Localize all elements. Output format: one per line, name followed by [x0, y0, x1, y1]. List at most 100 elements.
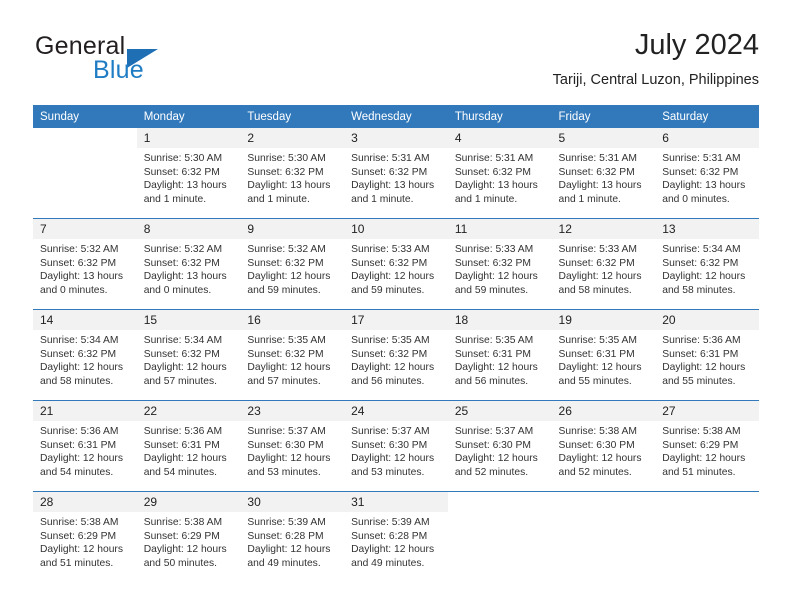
calendar-day-cell[interactable]: 1 Sunrise: 5:30 AM Sunset: 6:32 PM Daylight…	[136, 128, 241, 219]
daylight-text-line2: and 58 minutes.	[40, 375, 114, 387]
day-number: 25	[447, 401, 552, 421]
sunset-text: Sunset: 6:32 PM	[143, 348, 220, 360]
day-number: 20	[655, 310, 759, 330]
daylight-text-line1: Daylight: 12 hours	[454, 362, 538, 374]
calendar-day-cell[interactable]: 5 Sunrise: 5:31 AM Sunset: 6:32 PM Daylight…	[551, 128, 656, 219]
day-sun-info: Sunrise: 5:38 AM Sunset: 6:30 PM Daylight:…	[552, 421, 656, 479]
sunset-text: Sunset: 6:31 PM	[40, 439, 117, 451]
day-cell-inner: 21 Sunrise: 5:36 AM Sunset: 6:31 PM Dayligh…	[33, 401, 137, 491]
calendar-day-cell[interactable]: 2 Sunrise: 5:30 AM Sunset: 6:32 PM Daylight…	[240, 128, 345, 219]
daylight-text-line1: Daylight: 13 hours	[351, 180, 435, 192]
daylight-text-line2: and 57 minutes.	[247, 375, 321, 387]
day-number: 1	[136, 128, 241, 148]
daylight-text-line1: Daylight: 12 hours	[558, 362, 642, 374]
calendar-day-cell[interactable]: 19 Sunrise: 5:35 AM Sunset: 6:31 PM Dayligh…	[551, 310, 656, 401]
calendar-empty-cell	[655, 492, 759, 583]
daylight-text-line2: and 1 minute.	[351, 193, 414, 205]
day-sun-info: Sunrise: 5:37 AM Sunset: 6:30 PM Daylight:…	[448, 421, 552, 479]
day-cell-inner: 8 Sunrise: 5:32 AM Sunset: 6:32 PM Daylight…	[136, 219, 241, 309]
daylight-text-line2: and 58 minutes.	[558, 284, 632, 296]
day-sun-info: Sunrise: 5:37 AM Sunset: 6:30 PM Daylight:…	[344, 421, 448, 479]
daylight-text-line1: Daylight: 12 hours	[454, 453, 538, 465]
daylight-text-line2: and 52 minutes.	[558, 466, 632, 478]
day-sun-info: Sunrise: 5:36 AM Sunset: 6:31 PM Daylight:…	[137, 421, 241, 479]
calendar-week-row: 21 Sunrise: 5:36 AM Sunset: 6:31 PM Dayligh…	[33, 400, 759, 492]
day-number: 30	[240, 492, 345, 512]
sunrise-text: Sunrise: 5:39 AM	[247, 517, 326, 528]
daylight-text-line2: and 51 minutes.	[662, 466, 736, 478]
calendar-day-cell[interactable]: 21 Sunrise: 5:36 AM Sunset: 6:31 PM Dayligh…	[33, 401, 137, 492]
day-number: 4	[447, 128, 552, 148]
calendar-day-cell[interactable]: 24 Sunrise: 5:37 AM Sunset: 6:30 PM Dayligh…	[344, 401, 448, 492]
daylight-text-line2: and 56 minutes.	[351, 375, 425, 387]
sunrise-text: Sunrise: 5:34 AM	[662, 244, 741, 255]
day-number: 12	[551, 219, 656, 239]
calendar-day-cell[interactable]: 27 Sunrise: 5:38 AM Sunset: 6:29 PM Dayligh…	[655, 401, 759, 492]
calendar-day-cell[interactable]: 10 Sunrise: 5:33 AM Sunset: 6:32 PM Dayligh…	[344, 219, 448, 310]
calendar-day-cell[interactable]: 23 Sunrise: 5:37 AM Sunset: 6:30 PM Dayligh…	[240, 401, 345, 492]
calendar-day-cell[interactable]: 12 Sunrise: 5:33 AM Sunset: 6:32 PM Dayligh…	[551, 219, 656, 310]
daylight-text-line1: Daylight: 12 hours	[662, 271, 746, 283]
calendar-day-cell[interactable]: 28 Sunrise: 5:38 AM Sunset: 6:29 PM Dayligh…	[33, 492, 137, 583]
sunset-text: Sunset: 6:31 PM	[143, 439, 220, 451]
calendar-week-row: 7 Sunrise: 5:32 AM Sunset: 6:32 PM Daylight…	[33, 218, 759, 310]
sunset-text: Sunset: 6:28 PM	[247, 530, 324, 542]
calendar-day-cell[interactable]: 11 Sunrise: 5:33 AM Sunset: 6:32 PM Dayligh…	[447, 219, 552, 310]
calendar-day-cell[interactable]: 9 Sunrise: 5:32 AM Sunset: 6:32 PM Daylight…	[240, 219, 345, 310]
daylight-text-line1: Daylight: 12 hours	[662, 362, 746, 374]
calendar-day-cell[interactable]: 30 Sunrise: 5:39 AM Sunset: 6:28 PM Dayligh…	[240, 492, 345, 583]
sunrise-text: Sunrise: 5:34 AM	[143, 335, 223, 346]
sunrise-text: Sunrise: 5:35 AM	[558, 335, 637, 346]
day-sun-info: Sunrise: 5:35 AM Sunset: 6:32 PM Daylight:…	[344, 330, 448, 388]
daylight-text-line1: Daylight: 12 hours	[558, 271, 642, 283]
sunrise-text: Sunrise: 5:32 AM	[247, 244, 326, 255]
day-cell-inner	[448, 492, 552, 582]
calendar-day-cell[interactable]: 31 Sunrise: 5:39 AM Sunset: 6:28 PM Dayligh…	[344, 492, 448, 583]
daylight-text-line1: Daylight: 12 hours	[351, 362, 435, 374]
day-sun-info: Sunrise: 5:30 AM Sunset: 6:32 PM Daylight:…	[137, 148, 241, 206]
day-cell-inner: 20 Sunrise: 5:36 AM Sunset: 6:31 PM Dayligh…	[655, 310, 759, 400]
sunset-text: Sunset: 6:32 PM	[351, 257, 428, 269]
calendar-day-cell[interactable]: 6 Sunrise: 5:31 AM Sunset: 6:32 PM Daylight…	[655, 128, 759, 219]
calendar-day-cell[interactable]: 8 Sunrise: 5:32 AM Sunset: 6:32 PM Daylight…	[136, 219, 241, 310]
daylight-text-line1: Daylight: 13 hours	[40, 271, 123, 283]
calendar-day-cell[interactable]: 20 Sunrise: 5:36 AM Sunset: 6:31 PM Dayligh…	[655, 310, 759, 401]
sunrise-text: Sunrise: 5:36 AM	[662, 335, 741, 346]
day-sun-info: Sunrise: 5:34 AM Sunset: 6:32 PM Daylight:…	[137, 330, 241, 388]
calendar-day-cell[interactable]: 22 Sunrise: 5:36 AM Sunset: 6:31 PM Dayligh…	[136, 401, 241, 492]
calendar-day-cell[interactable]: 7 Sunrise: 5:32 AM Sunset: 6:32 PM Daylight…	[33, 219, 137, 310]
generalblue-logo[interactable]: General Blue	[33, 32, 263, 94]
sunset-text: Sunset: 6:30 PM	[454, 439, 531, 451]
calendar-day-cell[interactable]: 16 Sunrise: 5:35 AM Sunset: 6:32 PM Dayligh…	[240, 310, 345, 401]
calendar-day-cell[interactable]: 13 Sunrise: 5:34 AM Sunset: 6:32 PM Dayligh…	[655, 219, 759, 310]
calendar-day-cell[interactable]: 4 Sunrise: 5:31 AM Sunset: 6:32 PM Daylight…	[447, 128, 552, 219]
sunrise-text: Sunrise: 5:30 AM	[143, 153, 223, 164]
daylight-text-line1: Daylight: 12 hours	[143, 453, 227, 465]
calendar-empty-cell	[33, 128, 137, 219]
calendar-day-cell[interactable]: 29 Sunrise: 5:38 AM Sunset: 6:29 PM Dayligh…	[136, 492, 241, 583]
day-cell-inner: 6 Sunrise: 5:31 AM Sunset: 6:32 PM Daylight…	[655, 128, 759, 218]
day-sun-info: Sunrise: 5:31 AM Sunset: 6:32 PM Daylight:…	[448, 148, 552, 206]
calendar-day-cell[interactable]: 14 Sunrise: 5:34 AM Sunset: 6:32 PM Dayligh…	[33, 310, 137, 401]
sunset-text: Sunset: 6:32 PM	[558, 166, 635, 178]
day-sun-info: Sunrise: 5:32 AM Sunset: 6:32 PM Daylight:…	[240, 239, 344, 297]
calendar-day-cell[interactable]: 3 Sunrise: 5:31 AM Sunset: 6:32 PM Daylight…	[344, 128, 448, 219]
calendar-empty-cell	[552, 492, 656, 583]
sunset-text: Sunset: 6:30 PM	[247, 439, 324, 451]
sunset-text: Sunset: 6:30 PM	[558, 439, 635, 451]
daylight-text-line1: Daylight: 12 hours	[662, 453, 746, 465]
daylight-text-line2: and 55 minutes.	[558, 375, 632, 387]
daylight-text-line2: and 53 minutes.	[247, 466, 321, 478]
day-cell-inner: 5 Sunrise: 5:31 AM Sunset: 6:32 PM Daylight…	[551, 128, 656, 218]
calendar-day-cell[interactable]: 17 Sunrise: 5:35 AM Sunset: 6:32 PM Dayligh…	[344, 310, 448, 401]
day-number: 10	[344, 219, 448, 239]
calendar-day-cell[interactable]: 25 Sunrise: 5:37 AM Sunset: 6:30 PM Dayligh…	[447, 401, 552, 492]
logo-text-blue: Blue	[93, 56, 144, 84]
calendar-day-cell[interactable]: 26 Sunrise: 5:38 AM Sunset: 6:30 PM Dayligh…	[551, 401, 656, 492]
sunset-text: Sunset: 6:32 PM	[40, 257, 117, 269]
calendar-day-cell[interactable]: 18 Sunrise: 5:35 AM Sunset: 6:31 PM Dayligh…	[447, 310, 552, 401]
daylight-text-line1: Daylight: 12 hours	[247, 271, 331, 283]
daylight-text-line2: and 59 minutes.	[351, 284, 425, 296]
calendar-day-cell[interactable]: 15 Sunrise: 5:34 AM Sunset: 6:32 PM Dayligh…	[136, 310, 241, 401]
day-sun-info: Sunrise: 5:30 AM Sunset: 6:32 PM Daylight:…	[240, 148, 344, 206]
